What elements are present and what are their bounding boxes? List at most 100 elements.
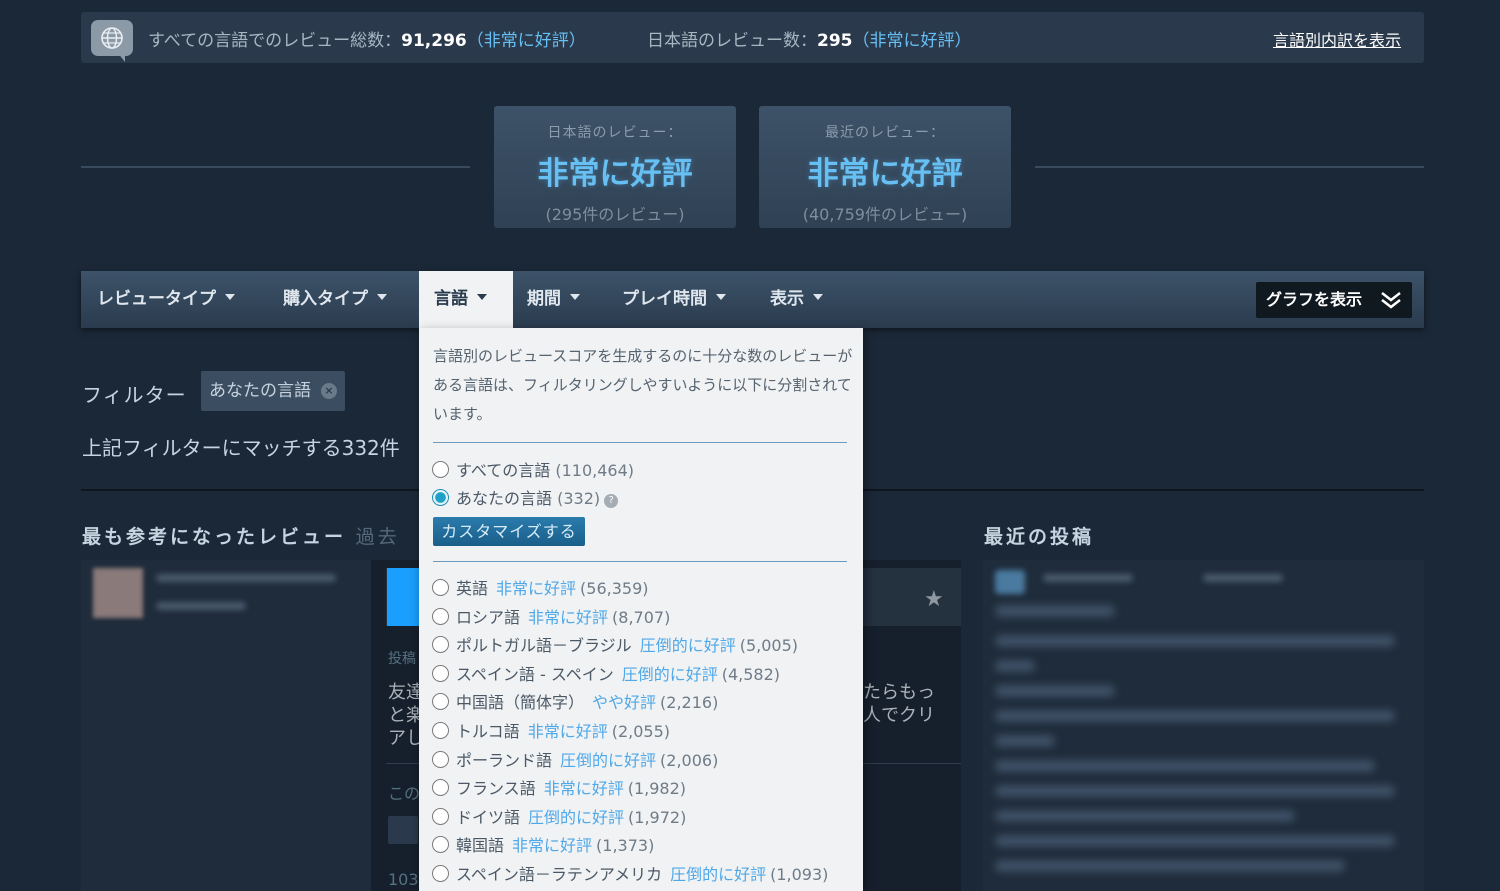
radio-button[interactable] (432, 693, 449, 711)
review-text-line: 人でクリ (863, 705, 935, 726)
language-option[interactable]: ドイツ語 圧倒的に好評 (1,972) (432, 807, 687, 828)
radio-button[interactable] (432, 779, 449, 797)
dropdown-description: 言語別のレビュースコアを生成するのに十分な数のレビューがある言語は、フィルタリン… (433, 347, 853, 423)
language-count: (2,216) (660, 693, 719, 713)
tab-period[interactable]: 期間 (527, 271, 580, 328)
language-rating[interactable]: 圧倒的に好評 (640, 636, 736, 655)
radio-button[interactable] (432, 722, 449, 739)
language-rating[interactable]: 圧倒的に好評 (560, 751, 656, 770)
score-count: (295件のレビュー) (545, 205, 685, 224)
all-languages-review-total: すべての言語でのレビュー総数：91,296（非常に好評） (148, 26, 586, 51)
language-rating[interactable]: やや好評 (592, 693, 656, 712)
language-rating[interactable]: 非常に好評 (528, 608, 608, 627)
language-rating[interactable]: 非常に好評 (528, 722, 608, 741)
radio-button[interactable] (432, 636, 449, 654)
language-name: 中国語（簡体字） (456, 693, 585, 713)
language-count: (56,359) (580, 579, 649, 598)
language-rating[interactable]: 非常に好評 (544, 779, 624, 798)
helpful-question: この (388, 784, 421, 803)
recent-review-score[interactable]: 最近のレビュー： 非常に好評 (40,759件のレビュー) (759, 106, 1011, 228)
language-rating[interactable]: 非常に好評 (512, 836, 592, 855)
language-option[interactable]: フランス語 非常に好評 (1,982) (432, 779, 686, 799)
radio-button[interactable] (432, 750, 449, 768)
language-rating[interactable]: 非常に好評 (496, 579, 576, 598)
radio-button[interactable] (432, 579, 449, 596)
reviewer-panel[interactable] (81, 560, 371, 891)
show-graph-button[interactable]: グラフを表示 (1256, 282, 1412, 318)
active-filter-chip[interactable]: あなたの言語 × (201, 371, 345, 411)
language-option[interactable]: スペイン語 - スペイン 圧倒的に好評 (4,582) (432, 664, 780, 685)
tab-label: レビュータイプ (97, 289, 216, 309)
recent-posts-title: 最近の投稿 (984, 526, 1095, 548)
radio-button-selected[interactable] (432, 489, 449, 506)
score-rating: 非常に好評 (537, 156, 693, 192)
language-name: フランス語 (456, 779, 536, 799)
tab-label: プレイ時間 (622, 289, 707, 309)
language-rating[interactable]: 圧倒的に好評 (528, 808, 624, 827)
score-label: 最近のレビュー： (825, 125, 945, 141)
option-label: すべての言語 (456, 461, 551, 480)
option-your-language[interactable]: あなたの言語 (332)? (432, 489, 619, 509)
award-star-icon[interactable]: ★ (924, 587, 944, 612)
avatar[interactable] (93, 568, 143, 618)
language-option[interactable]: ロシア語 非常に好評 (8,707) (432, 607, 671, 628)
recent-author-blurred (1043, 574, 1133, 582)
caret-down-icon (225, 294, 235, 300)
tab-label: 購入タイプ (283, 289, 368, 309)
tab-playtime[interactable]: プレイ時間 (622, 271, 726, 328)
language-option[interactable]: スペイン語－ラテンアメリカ 圧倒的に好評 (1,093) (432, 865, 828, 885)
review-summary-bar: すべての言語でのレビュー総数：91,296（非常に好評） 日本語のレビュー数：2… (81, 12, 1424, 63)
recent-text-blurred (995, 785, 1395, 797)
radio-button[interactable] (432, 836, 449, 854)
japanese-label: 日本語のレビュー数： (647, 31, 817, 51)
option-all-languages[interactable]: すべての言語 (110,464) (432, 461, 634, 481)
score-rating: 非常に好評 (807, 156, 963, 192)
language-option[interactable]: 英語 非常に好評 (56,359) (432, 579, 649, 599)
recent-text-blurred (995, 835, 1395, 847)
tab-language[interactable]: 言語 (419, 271, 513, 328)
filter-chip-label: あなたの言語 (209, 381, 311, 401)
language-breakdown-link[interactable]: 言語別内訳を表示 (1273, 27, 1401, 51)
tab-label: 表示 (770, 289, 804, 309)
language-count: (2,006) (660, 750, 719, 770)
language-name: ポルトガル語－ブラジル (456, 636, 632, 656)
language-name: スペイン語 - スペイン (456, 664, 614, 684)
language-count: (1,972) (628, 807, 687, 827)
language-option[interactable]: トルコ語 非常に好評 (2,055) (432, 722, 670, 742)
recent-text-blurred (995, 760, 1375, 772)
customize-button[interactable]: カスタマイズする (433, 517, 585, 546)
radio-button[interactable] (432, 461, 449, 478)
language-rating[interactable]: 圧倒的に好評 (622, 665, 718, 684)
japanese-review-score[interactable]: 日本語のレビュー： 非常に好評 (295件のレビュー) (494, 106, 736, 228)
show-graph-label: グラフを表示 (1266, 290, 1363, 309)
tab-display[interactable]: 表示 (770, 271, 823, 328)
language-filter-dropdown: 言語別のレビュースコアを生成するのに十分な数のレビューがある言語は、フィルタリン… (419, 328, 863, 891)
score-label: 日本語のレビュー： (547, 125, 683, 141)
japanese-rating[interactable]: （非常に好評） (853, 31, 972, 51)
helpful-reviews-subtitle: 過去 (355, 526, 400, 548)
language-option[interactable]: 中国語（簡体字） やや好評 (2,216) (432, 693, 718, 713)
language-option[interactable]: ポルトガル語－ブラジル 圧倒的に好評 (5,005) (432, 636, 798, 656)
vote-yes-button[interactable] (388, 816, 418, 844)
caret-down-icon (716, 294, 726, 300)
language-rating[interactable]: 圧倒的に好評 (670, 865, 766, 884)
language-count: (1,982) (627, 779, 686, 799)
remove-filter-icon[interactable]: × (321, 383, 337, 399)
language-name: 英語 (456, 579, 489, 598)
language-option[interactable]: ポーランド語 圧倒的に好評 (2,006) (432, 750, 719, 771)
divider-left (81, 166, 470, 168)
recent-avatar-blurred (995, 570, 1025, 594)
all-languages-rating[interactable]: （非常に好評） (467, 31, 586, 51)
radio-button[interactable] (432, 607, 449, 625)
review-filter-bar: レビュータイプ 購入タイプ 言語 期間 プレイ時間 表示 グラフを表示 (81, 271, 1424, 328)
tab-purchase-type[interactable]: 購入タイプ (283, 271, 387, 328)
all-languages-label: すべての言語でのレビュー総数： (148, 31, 402, 51)
language-option[interactable]: 韓国語 非常に好評 (1,373) (432, 836, 654, 856)
language-count: (8,707) (612, 607, 671, 627)
help-icon[interactable]: ? (604, 494, 619, 508)
radio-button[interactable] (432, 664, 449, 682)
tab-review-type[interactable]: レビュータイプ (97, 271, 235, 328)
radio-button[interactable] (432, 807, 449, 825)
divider-right (1035, 166, 1424, 168)
radio-button[interactable] (432, 865, 449, 882)
